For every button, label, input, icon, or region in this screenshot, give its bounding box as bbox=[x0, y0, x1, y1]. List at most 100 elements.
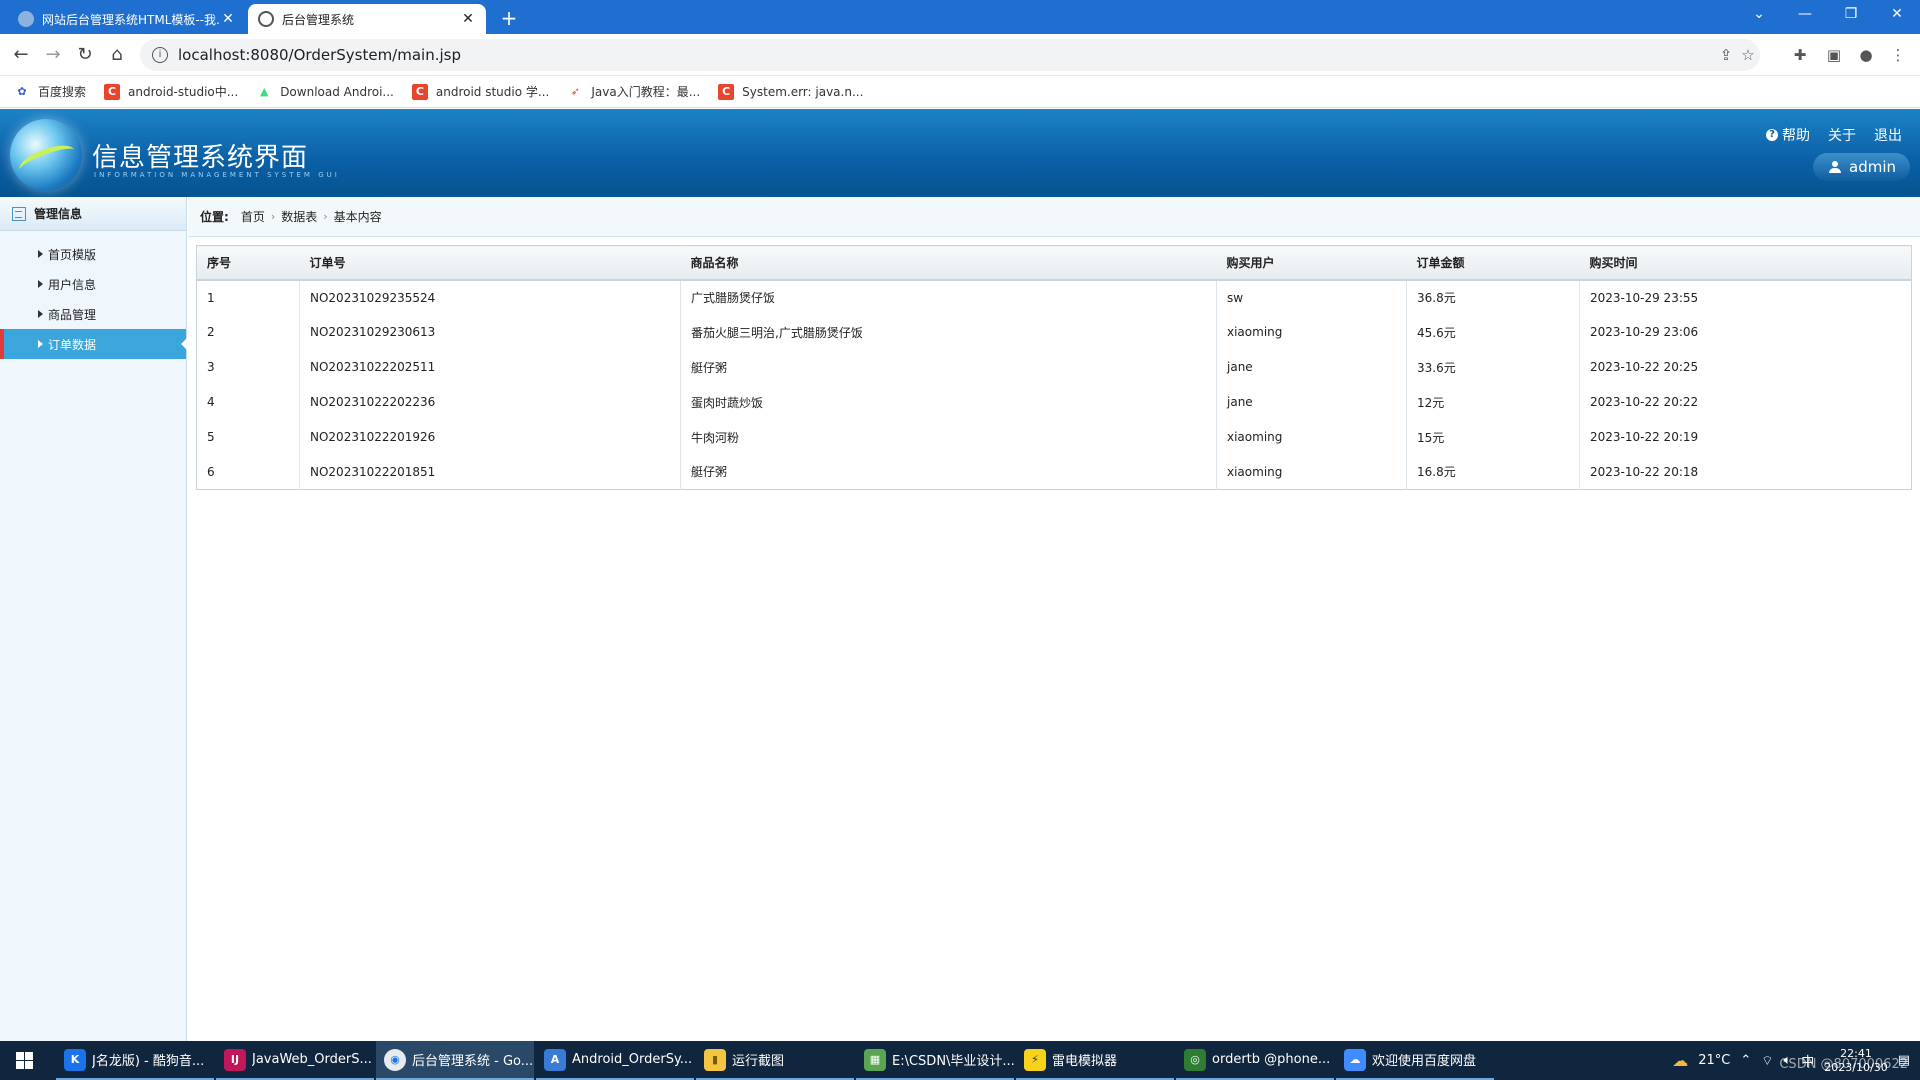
back-arrow-icon[interactable]: ← bbox=[8, 42, 34, 68]
logout-link[interactable]: 退出 bbox=[1874, 125, 1902, 145]
bookmark-item[interactable]: ➶ Java入门教程：最... bbox=[567, 83, 700, 100]
taskbar-app-database[interactable]: ◎ ordertb @phone... bbox=[1176, 1041, 1334, 1080]
extensions-puzzle-icon[interactable]: ✚ bbox=[1788, 43, 1812, 67]
taskbar-app-ldplayer[interactable]: ⚡ 雷电模拟器 bbox=[1016, 1041, 1174, 1080]
table-row[interactable]: 6 NO20231022201851 艇仔粥 xiaoming 16.8元 20… bbox=[196, 454, 1912, 490]
table-cell: NO20231022201926 bbox=[299, 419, 681, 455]
tab-close-icon[interactable]: ✕ bbox=[460, 11, 476, 27]
bookmark-label: android-studio中... bbox=[128, 85, 239, 99]
tab-title: 网站后台管理系统HTML模板--我… bbox=[42, 12, 220, 27]
csdn-icon: C bbox=[411, 83, 428, 100]
column-header: 购买用户 bbox=[1216, 245, 1407, 281]
sidebar-item-products[interactable]: 商品管理 bbox=[0, 299, 186, 329]
breadcrumb: 位置: 首页 › 数据表 › 基本内容 bbox=[188, 197, 1920, 237]
taskbar-app-intellij[interactable]: IJ JavaWeb_OrderS... bbox=[216, 1041, 374, 1080]
tab-search-chevron-icon[interactable]: ⌄ bbox=[1736, 0, 1782, 30]
breadcrumb-item[interactable]: 首页 bbox=[241, 208, 265, 225]
bookmark-label: System.err: java.n... bbox=[742, 84, 864, 99]
breadcrumb-separator-icon: › bbox=[270, 210, 276, 223]
taskbar-app-baidu-netdisk[interactable]: ☁ 欢迎使用百度网盘 bbox=[1336, 1041, 1494, 1080]
network-icon[interactable]: ⌔ bbox=[1761, 1053, 1773, 1069]
bookmark-item[interactable]: C android studio 学... bbox=[411, 83, 550, 100]
bookmark-item[interactable]: C System.err: java.n... bbox=[718, 83, 864, 100]
sidebar: 管理信息 首页模版 用户信息 商品管理 订单数据 bbox=[0, 197, 187, 1041]
tray-chevron-icon[interactable]: ⌃ bbox=[1740, 1053, 1751, 1068]
home-icon[interactable]: ⌂ bbox=[104, 42, 130, 68]
table-cell: 45.6元 bbox=[1406, 314, 1580, 350]
forward-arrow-icon[interactable]: → bbox=[40, 42, 66, 68]
taskbar-app-explorer[interactable]: ▦ E:\CSDN\毕业设计... bbox=[856, 1041, 1014, 1080]
taskbar-app-label: JavaWeb_OrderS... bbox=[252, 1052, 372, 1067]
minimize-button[interactable]: — bbox=[1782, 0, 1828, 30]
about-link[interactable]: 关于 bbox=[1828, 125, 1856, 145]
share-icon[interactable]: ⇪ bbox=[1716, 45, 1736, 65]
intellij-icon: IJ bbox=[224, 1048, 246, 1071]
table-row[interactable]: 2 NO20231029230613 番茄火腿三明治,广式腊肠煲仔饭 xiaom… bbox=[196, 314, 1912, 350]
table-cell: 6 bbox=[196, 454, 300, 490]
windows-start-icon[interactable] bbox=[8, 1041, 48, 1080]
site-info-icon[interactable]: i bbox=[152, 47, 168, 63]
column-header: 商品名称 bbox=[680, 245, 1217, 281]
bookmark-label: 百度搜索 bbox=[38, 85, 87, 99]
sidebar-item-orders[interactable]: 订单数据 bbox=[0, 329, 187, 359]
table-row[interactable]: 3 NO20231022202511 艇仔粥 jane 33.6元 2023-1… bbox=[196, 349, 1912, 385]
bookmark-label: Java入门教程：最... bbox=[591, 85, 701, 99]
table-cell: jane bbox=[1216, 384, 1407, 420]
table-cell: 2023-10-29 23:55 bbox=[1590, 290, 1699, 305]
browser-tab-inactive[interactable]: 网站后台管理系统HTML模板--我… ✕ bbox=[8, 4, 246, 34]
sidebar-title: 管理信息 bbox=[34, 207, 83, 221]
sidebar-item-label: 首页模版 bbox=[48, 247, 97, 262]
table-cell: 艇仔粥 bbox=[680, 454, 1217, 490]
user-badge[interactable]: admin bbox=[1813, 153, 1910, 181]
browser-menu-icon[interactable]: ⋮ bbox=[1886, 43, 1910, 67]
column-header: 订单金额 bbox=[1406, 245, 1580, 281]
taskbar-app-android-studio[interactable]: A Android_OrderSy... bbox=[536, 1041, 694, 1080]
bookmark-item[interactable]: ✿ 百度搜索 bbox=[14, 83, 86, 100]
folder-icon: ▮ bbox=[704, 1048, 726, 1071]
weather-icon[interactable]: ☁ bbox=[1672, 1051, 1688, 1070]
new-tab-button[interactable]: + bbox=[496, 6, 522, 32]
profile-avatar-icon[interactable]: ● bbox=[1854, 43, 1878, 67]
table-cell: NO20231029230613 bbox=[299, 314, 681, 350]
address-bar[interactable]: i localhost:8080/OrderSystem/main.jsp ⇪ … bbox=[140, 39, 1760, 71]
sidebar-header[interactable]: 管理信息 bbox=[0, 197, 186, 231]
bookmark-label: android studio 学... bbox=[435, 85, 550, 99]
app-logo-icon bbox=[10, 119, 82, 191]
close-window-button[interactable]: ✕ bbox=[1874, 0, 1920, 30]
browser-tab-active[interactable]: 后台管理系统 ✕ bbox=[248, 4, 486, 34]
table-row[interactable]: 5 NO20231022201926 牛肉河粉 xiaoming 15元 202… bbox=[196, 419, 1912, 455]
breadcrumb-item: 基本内容 bbox=[333, 210, 382, 224]
windows-taskbar: K J名龙版) - 酷狗音... IJ JavaWeb_OrderS... ◉ … bbox=[0, 1041, 1920, 1080]
android-icon: ▲ bbox=[259, 84, 269, 98]
bookmark-item[interactable]: C android-studio中... bbox=[104, 83, 238, 100]
table-cell: 12元 bbox=[1406, 384, 1580, 420]
taskbar-app-folder[interactable]: ▮ 运行截图 bbox=[696, 1041, 854, 1080]
breadcrumb-item[interactable]: 数据表 bbox=[281, 208, 317, 225]
reload-icon[interactable]: ↻ bbox=[72, 42, 98, 68]
sidebar-item-label: 用户信息 bbox=[48, 277, 97, 292]
help-link[interactable]: ? 帮助 bbox=[1766, 125, 1810, 145]
table-cell: 36.8元 bbox=[1406, 279, 1580, 315]
table-cell: 广式腊肠煲仔饭 bbox=[680, 279, 1217, 315]
table-cell: 5 bbox=[196, 419, 300, 455]
app-header: 信息管理系统界面 INFORMATION MANAGEMENT SYSTEM G… bbox=[0, 109, 1920, 197]
bookmark-item[interactable]: ▲ Download Androi... bbox=[256, 84, 394, 100]
restore-button[interactable]: ❐ bbox=[1828, 0, 1874, 30]
sidebar-item-users[interactable]: 用户信息 bbox=[0, 269, 186, 299]
weather-temp[interactable]: 21°C bbox=[1698, 1053, 1730, 1068]
table-cell: 2023-10-22 20:22 bbox=[1590, 395, 1699, 409]
table-cell: 艇仔粥 bbox=[680, 349, 1217, 385]
taskbar-app-kugou[interactable]: K J名龙版) - 酷狗音... bbox=[56, 1041, 214, 1080]
tab-favicon-icon bbox=[258, 11, 274, 27]
side-panel-icon[interactable]: ▣ bbox=[1822, 43, 1846, 67]
sidebar-item-home-template[interactable]: 首页模版 bbox=[0, 239, 186, 269]
table-row[interactable]: 4 NO20231022202236 蛋肉时蔬炒饭 jane 12元 2023-… bbox=[196, 384, 1912, 420]
app-title: 信息管理系统界面 bbox=[92, 143, 309, 173]
bookmark-star-icon[interactable]: ☆ bbox=[1738, 45, 1758, 65]
taskbar-app-chrome[interactable]: ◉ 后台管理系统 - Go... bbox=[376, 1041, 534, 1080]
help-question-icon: ? bbox=[1766, 129, 1778, 141]
main-content: 位置: 首页 › 数据表 › 基本内容 序号 订单号 商品名称 购买用户 订单金… bbox=[188, 197, 1920, 1041]
database-icon: ◎ bbox=[1184, 1048, 1206, 1071]
tab-close-icon[interactable]: ✕ bbox=[220, 11, 236, 27]
table-row[interactable]: 1 NO20231029235524 广式腊肠煲仔饭 sw 36.8元 2023… bbox=[196, 279, 1912, 315]
